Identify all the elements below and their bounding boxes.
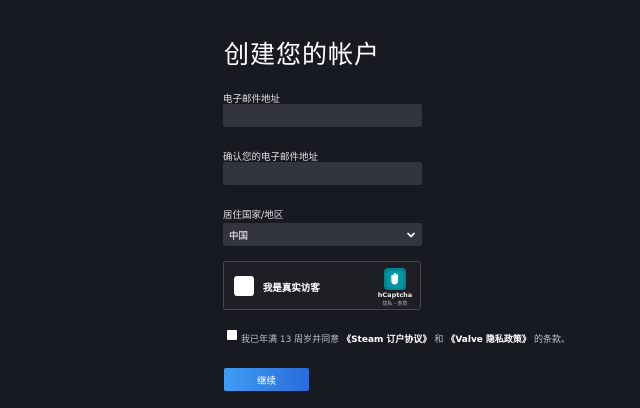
age-agreement-checkbox[interactable] [227, 330, 237, 340]
country-select[interactable]: 中国 [223, 223, 422, 246]
steam-agreement-link[interactable]: 《Steam 订户协议》 [342, 335, 431, 345]
agreement-prefix: 我已年满 13 周岁并同意 [241, 335, 340, 345]
chevron-down-icon [407, 232, 415, 237]
hcaptcha-widget: 我是真实访客 hCaptcha 隐私 - 条款 [223, 261, 421, 310]
confirm-email-input[interactable] [223, 162, 422, 185]
country-selected-value: 中国 [229, 230, 249, 242]
email-input[interactable] [223, 104, 422, 127]
agreement-suffix: 的条款。 [533, 335, 570, 345]
valve-privacy-link[interactable]: 《Valve 隐私政策》 [446, 335, 531, 345]
hcaptcha-brand: hCaptcha [377, 291, 413, 299]
continue-button[interactable]: 继续 [224, 368, 309, 391]
captcha-checkbox[interactable] [234, 276, 254, 296]
agreement-text: 我已年满 13 周岁并同意 《Steam 订户协议》 和 《Valve 隐私政策… [241, 332, 570, 345]
captcha-prompt: 我是真实访客 [263, 283, 321, 294]
agreement-conjunction: 和 [434, 335, 444, 345]
hcaptcha-logo-icon [384, 268, 406, 290]
hcaptcha-links[interactable]: 隐私 - 条款 [374, 300, 416, 307]
page-title: 创建您的帐户 [224, 40, 381, 69]
country-label: 居住国家/地区 [223, 210, 284, 221]
